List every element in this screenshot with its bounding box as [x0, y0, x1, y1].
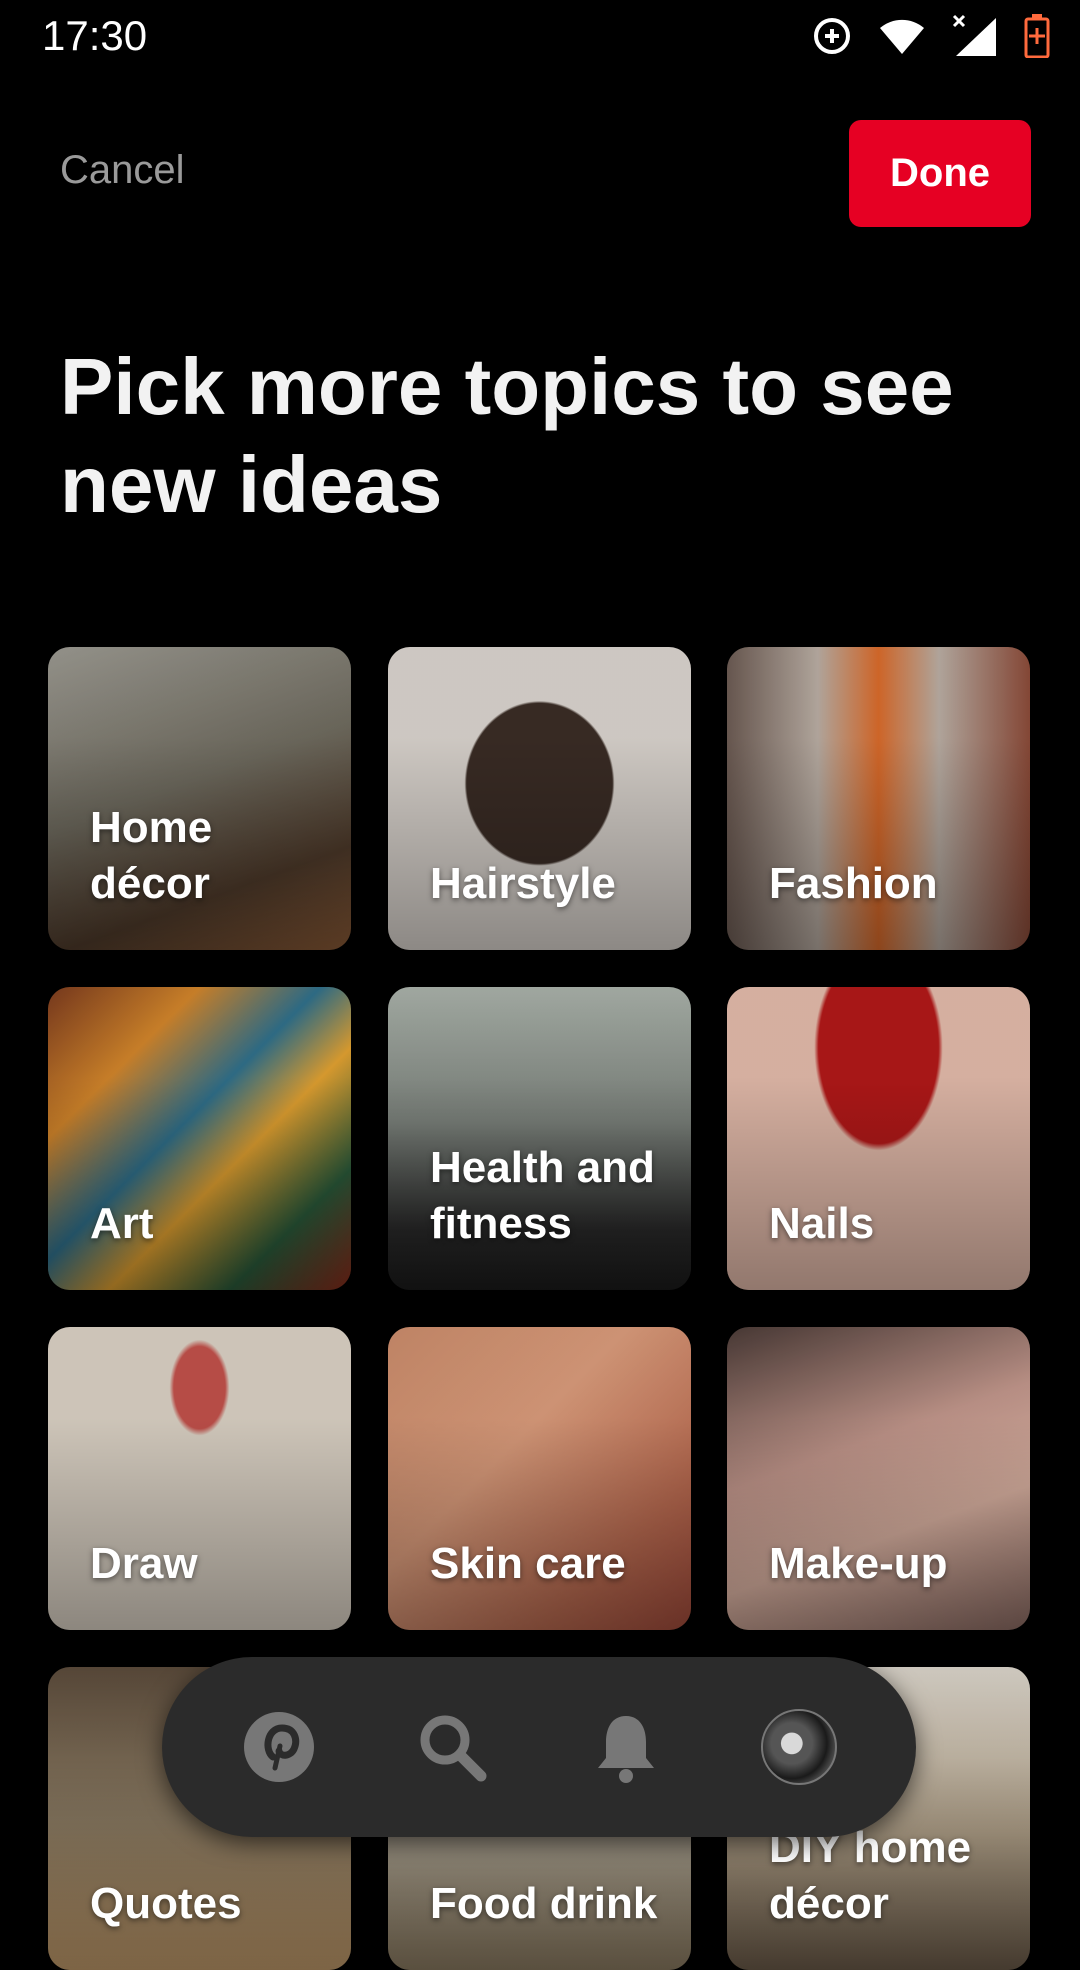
topic-label: Art: [90, 1199, 154, 1248]
topic-tile-draw[interactable]: Draw: [48, 1327, 351, 1630]
done-button[interactable]: Done: [849, 120, 1031, 227]
topic-label: Nails: [769, 1199, 875, 1248]
topic-tile-fashion[interactable]: Fashion: [727, 647, 1030, 950]
notifications-icon[interactable]: [581, 1702, 671, 1792]
topic-tile-art[interactable]: Art: [48, 987, 351, 1290]
bottom-nav: [162, 1657, 916, 1837]
status-time: 17:30: [42, 12, 148, 59]
topic-label: Food drink: [430, 1879, 658, 1928]
cancel-button[interactable]: Cancel: [60, 148, 185, 193]
search-icon[interactable]: [407, 1702, 497, 1792]
topic-tile-make-up[interactable]: Make-up: [727, 1327, 1030, 1630]
cell-signal-icon: [952, 14, 998, 58]
avatar: [761, 1709, 838, 1785]
topic-label: Health and fitness: [430, 1143, 655, 1248]
topic-label: Skin care: [430, 1539, 626, 1588]
topic-label: Home décor: [90, 803, 213, 908]
topic-tile-nails[interactable]: Nails: [727, 987, 1030, 1290]
battery-charging-icon: [1024, 14, 1050, 58]
topic-label: Quotes: [90, 1879, 242, 1928]
topic-label: Make-up: [769, 1539, 948, 1588]
topic-tile-skin-care[interactable]: Skin care: [388, 1327, 691, 1630]
topic-tile-health-and-fitness[interactable]: Health and fitness: [388, 987, 691, 1290]
wifi-icon: [878, 16, 926, 56]
status-bar: 17:30: [0, 0, 1080, 72]
home-icon[interactable]: [234, 1702, 324, 1792]
status-icons: [812, 14, 1050, 58]
topic-tile-home-decor[interactable]: Home décor: [48, 647, 351, 950]
sync-icon: [812, 16, 852, 56]
topic-label: Hairstyle: [430, 859, 616, 908]
topic-tile-hairstyle[interactable]: Hairstyle: [388, 647, 691, 950]
topic-label: Draw: [90, 1539, 198, 1588]
page-title: Pick more topics to see new ideas: [60, 342, 954, 529]
topic-label: Fashion: [769, 859, 938, 908]
profile-avatar[interactable]: [754, 1702, 844, 1792]
